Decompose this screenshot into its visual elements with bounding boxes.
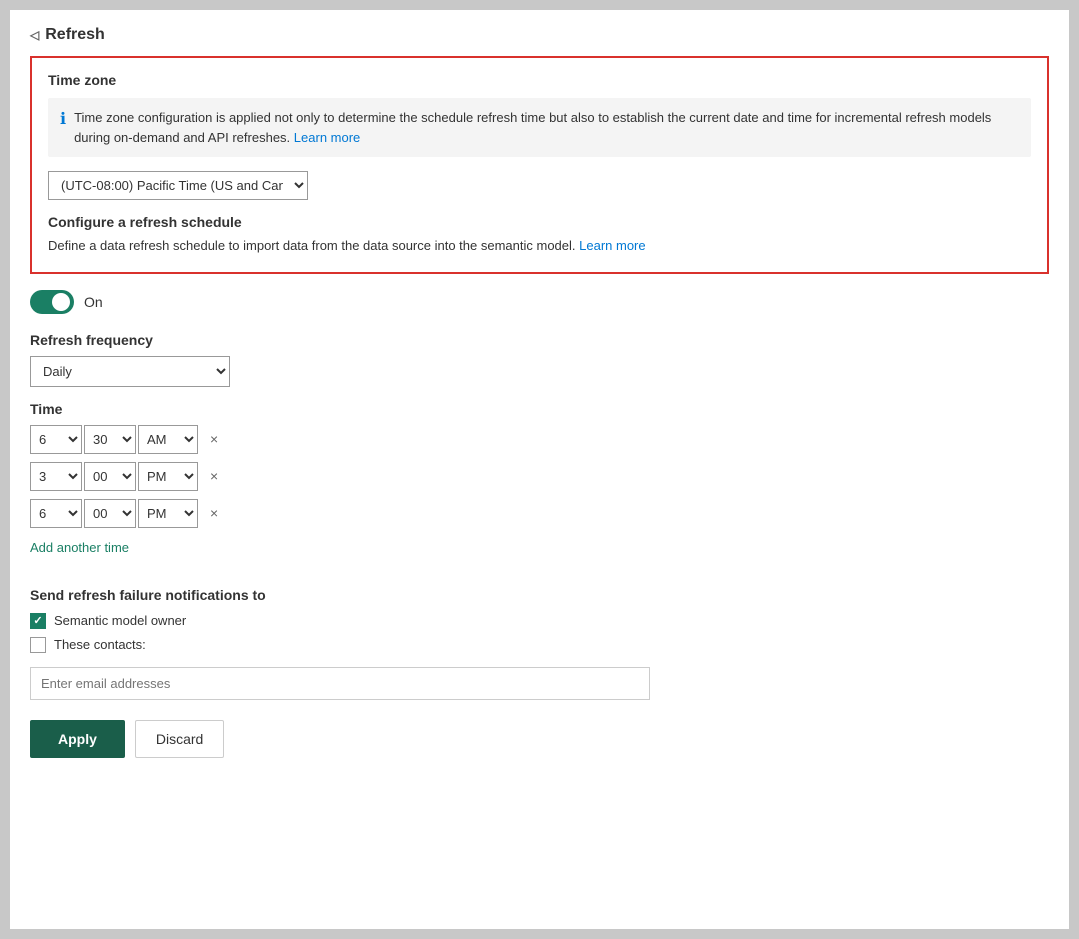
timezone-section-title: Time zone [48, 72, 1031, 88]
back-arrow-icon: ◁ [30, 28, 39, 42]
refresh-frequency-label: Refresh frequency [30, 332, 1049, 348]
timezone-select[interactable]: (UTC-08:00) Pacific Time (US and Can (UT… [48, 171, 308, 200]
timezone-info-text: Time zone configuration is applied not o… [74, 108, 1019, 147]
toggle-knob [52, 293, 70, 311]
notifications-section: Send refresh failure notifications to Se… [30, 587, 1049, 700]
time-2-ampm-select[interactable]: AMPM [138, 462, 198, 491]
timezone-learn-more-link[interactable]: Learn more [294, 130, 360, 145]
info-icon: ℹ [60, 109, 66, 129]
toggle-row: On [30, 290, 1049, 314]
time-row-1: 6 12345 789101112 00153045 AMPM × [30, 425, 1049, 454]
remove-time-3-button[interactable]: × [206, 503, 222, 523]
checkbox-contacts-label: These contacts: [54, 637, 146, 652]
button-row: Apply Discard [30, 720, 1049, 758]
email-input[interactable] [30, 667, 650, 700]
time-row-3: 12345 6789101112 00153045 AMPM × [30, 499, 1049, 528]
time-2-hour-select[interactable]: 12345 6789101112 [30, 462, 82, 491]
remove-time-1-button[interactable]: × [206, 429, 222, 449]
configure-refresh-title: Configure a refresh schedule [48, 214, 1031, 230]
time-1-ampm-select[interactable]: AMPM [138, 425, 198, 454]
page-container: ◁ Refresh Time zone ℹ Time zone configur… [10, 10, 1069, 929]
notifications-title: Send refresh failure notifications to [30, 587, 1049, 603]
time-row-2: 12345 6789101112 00153045 AMPM × [30, 462, 1049, 491]
refresh-frequency-select[interactable]: Daily Weekly [30, 356, 230, 387]
page-title: ◁ Refresh [30, 26, 1049, 44]
remove-time-2-button[interactable]: × [206, 466, 222, 486]
checkbox-owner-label: Semantic model owner [54, 613, 186, 628]
checkbox-row-contacts: These contacts: [30, 637, 1049, 653]
time-3-hour-select[interactable]: 12345 6789101112 [30, 499, 82, 528]
time-3-minute-select[interactable]: 00153045 [84, 499, 136, 528]
time-2-minute-select[interactable]: 00153045 [84, 462, 136, 491]
checkbox-row-owner: Semantic model owner [30, 613, 1049, 629]
add-another-time-link[interactable]: Add another time [30, 540, 129, 555]
timezone-info-box: ℹ Time zone configuration is applied not… [48, 98, 1031, 157]
time-label: Time [30, 401, 1049, 417]
configure-refresh-desc: Define a data refresh schedule to import… [48, 236, 1031, 256]
configure-learn-more-link[interactable]: Learn more [579, 238, 645, 253]
apply-button[interactable]: Apply [30, 720, 125, 758]
checkbox-owner[interactable] [30, 613, 46, 629]
timezone-config-section: Time zone ℹ Time zone configuration is a… [30, 56, 1049, 274]
refresh-frequency-group: Refresh frequency Daily Weekly [30, 332, 1049, 387]
page-title-text: Refresh [45, 26, 105, 44]
refresh-toggle[interactable] [30, 290, 74, 314]
time-1-hour-select[interactable]: 6 12345 789101112 [30, 425, 82, 454]
discard-button[interactable]: Discard [135, 720, 224, 758]
toggle-label: On [84, 294, 103, 310]
time-field-group: Time 6 12345 789101112 00153045 AMPM × 1… [30, 401, 1049, 573]
time-3-ampm-select[interactable]: AMPM [138, 499, 198, 528]
time-1-minute-select[interactable]: 00153045 [84, 425, 136, 454]
checkbox-contacts[interactable] [30, 637, 46, 653]
